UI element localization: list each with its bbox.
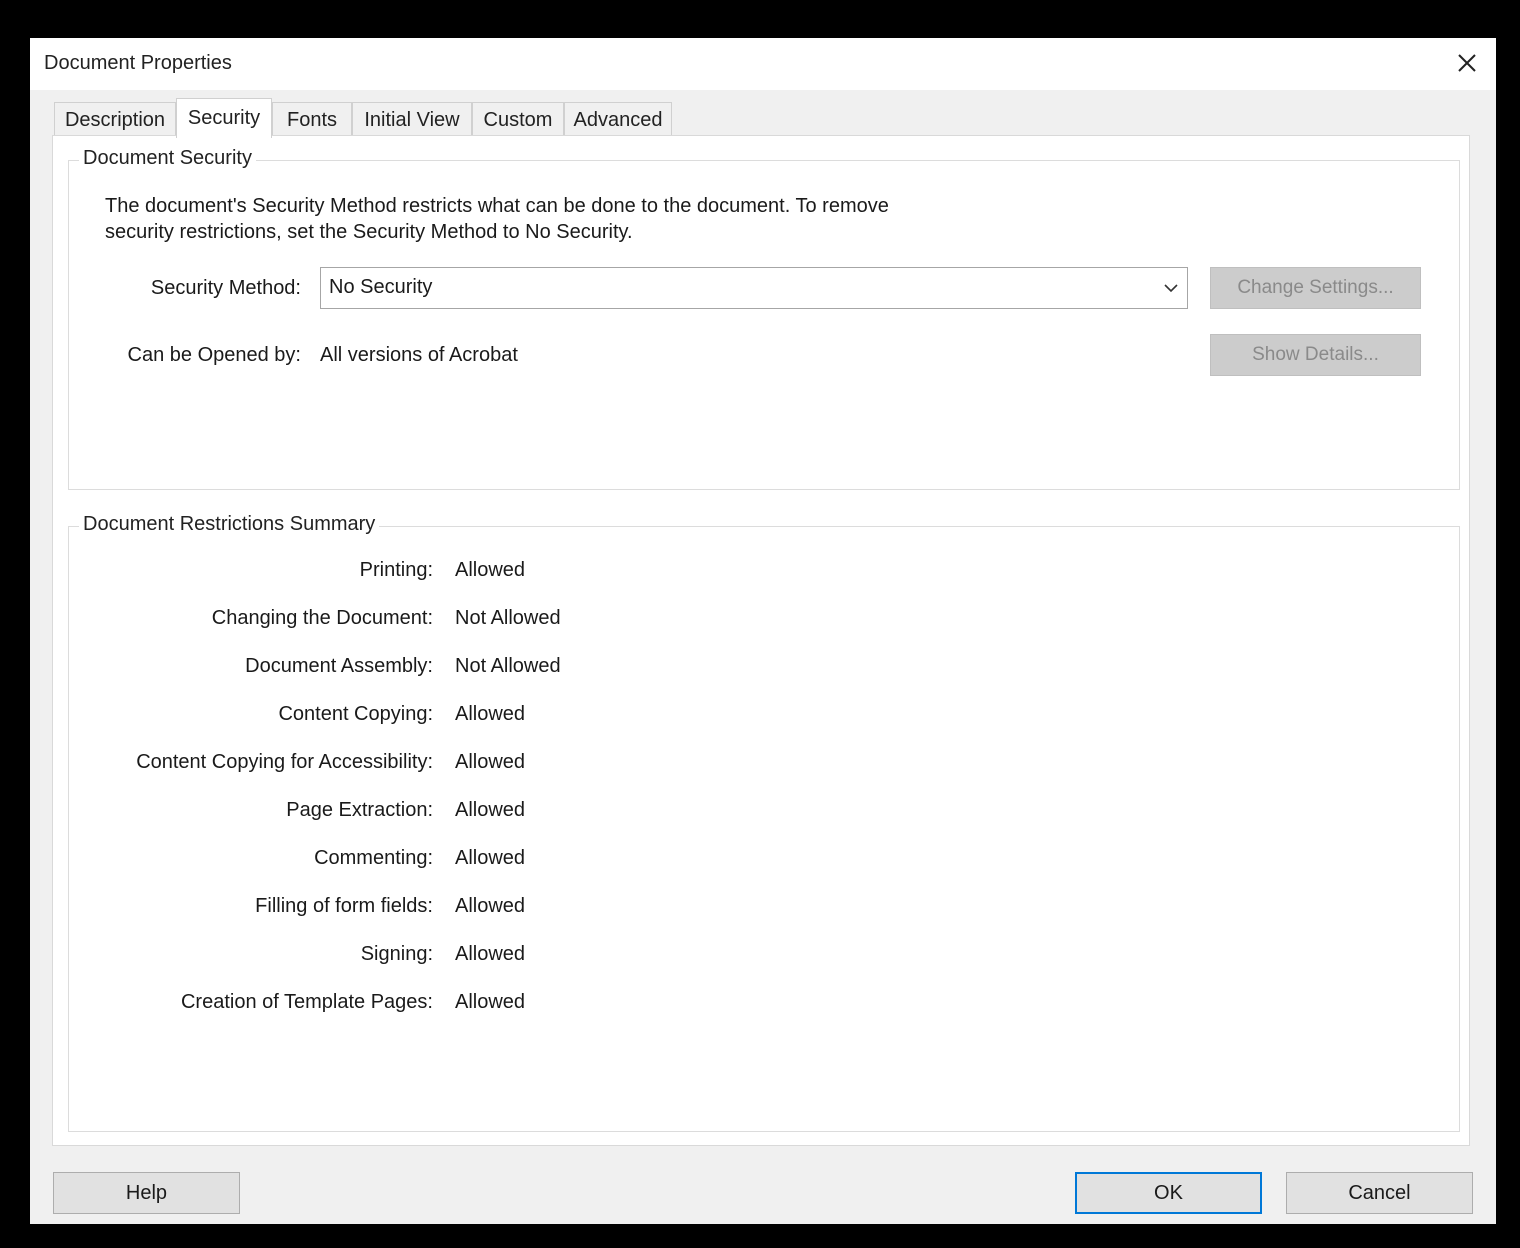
ok-button[interactable]: OK (1075, 1172, 1262, 1214)
restriction-row-changing-document: Changing the Document: Not Allowed (69, 607, 769, 637)
close-button[interactable] (1450, 46, 1484, 80)
restriction-label: Filling of form fields: (255, 895, 433, 917)
security-description: The document's Security Method restricts… (105, 195, 889, 243)
restriction-label: Creation of Template Pages: (180, 991, 433, 1013)
restriction-row-content-copying: Content Copying: Allowed (69, 703, 769, 733)
restriction-label: Content Copying: (278, 703, 433, 725)
show-details-button[interactable]: Show Details... (1210, 334, 1421, 376)
document-security-group: Document Security The document's Securit… (68, 147, 1460, 490)
help-button[interactable]: Help (53, 1172, 240, 1214)
restriction-row-template-pages: Creation of Template Pages: Allowed (69, 991, 769, 1021)
security-tab-panel: Document Security The document's Securit… (52, 135, 1470, 1146)
restriction-label: Page Extraction: (286, 799, 433, 821)
restriction-value: Not Allowed (455, 607, 561, 629)
restriction-label: Signing: (360, 943, 433, 965)
document-properties-dialog: Document Properties Description Security… (30, 38, 1496, 1224)
document-security-heading: Document Security (79, 147, 256, 170)
dialog-title: Document Properties (44, 52, 232, 74)
restriction-row-form-fields: Filling of form fields: Allowed (69, 895, 769, 925)
close-icon (1458, 54, 1476, 72)
restriction-label: Changing the Document: (211, 607, 433, 629)
restriction-value: Allowed (455, 847, 526, 869)
tab-initial-view[interactable]: Initial View (352, 102, 472, 136)
restriction-value: Allowed (455, 895, 526, 917)
restriction-label: Printing: (359, 559, 433, 581)
opened-by-label: Can be Opened by: (127, 344, 301, 366)
restriction-value: Allowed (455, 703, 526, 725)
chevron-down-icon (1155, 268, 1187, 308)
security-method-select[interactable]: No Security (320, 267, 1188, 309)
restriction-row-page-extraction: Page Extraction: Allowed (69, 799, 769, 829)
restrictions-summary-group: Document Restrictions Summary Printing: … (68, 513, 1460, 1132)
cancel-button[interactable]: Cancel (1286, 1172, 1473, 1214)
restriction-row-document-assembly: Document Assembly: Not Allowed (69, 655, 769, 685)
tab-fonts[interactable]: Fonts (272, 102, 352, 136)
restrictions-summary-heading: Document Restrictions Summary (79, 513, 380, 536)
restriction-value: Allowed (455, 799, 526, 821)
restriction-row-printing: Printing: Allowed (69, 559, 769, 589)
restriction-label: Content Copying for Accessibility: (136, 751, 433, 773)
security-method-value: No Security (329, 276, 433, 298)
restriction-row-signing: Signing: Allowed (69, 943, 769, 973)
restriction-value: Allowed (455, 943, 526, 965)
tab-description[interactable]: Description (54, 102, 176, 136)
tab-security[interactable]: Security (176, 98, 272, 138)
restriction-label: Document Assembly: (245, 655, 433, 677)
tab-custom[interactable]: Custom (472, 102, 564, 136)
restriction-value: Not Allowed (455, 655, 561, 677)
restriction-value: Allowed (455, 559, 526, 581)
title-bar: Document Properties (30, 38, 1496, 90)
restriction-value: Allowed (455, 991, 526, 1013)
tab-advanced[interactable]: Advanced (564, 102, 672, 136)
opened-by-value: All versions of Acrobat (320, 344, 518, 366)
restriction-value: Allowed (455, 751, 526, 773)
restriction-label: Commenting: (314, 847, 433, 869)
change-settings-button[interactable]: Change Settings... (1210, 267, 1421, 309)
restriction-row-content-copying-accessibility: Content Copying for Accessibility: Allow… (69, 751, 769, 781)
security-method-label: Security Method: (150, 277, 301, 299)
restriction-row-commenting: Commenting: Allowed (69, 847, 769, 877)
